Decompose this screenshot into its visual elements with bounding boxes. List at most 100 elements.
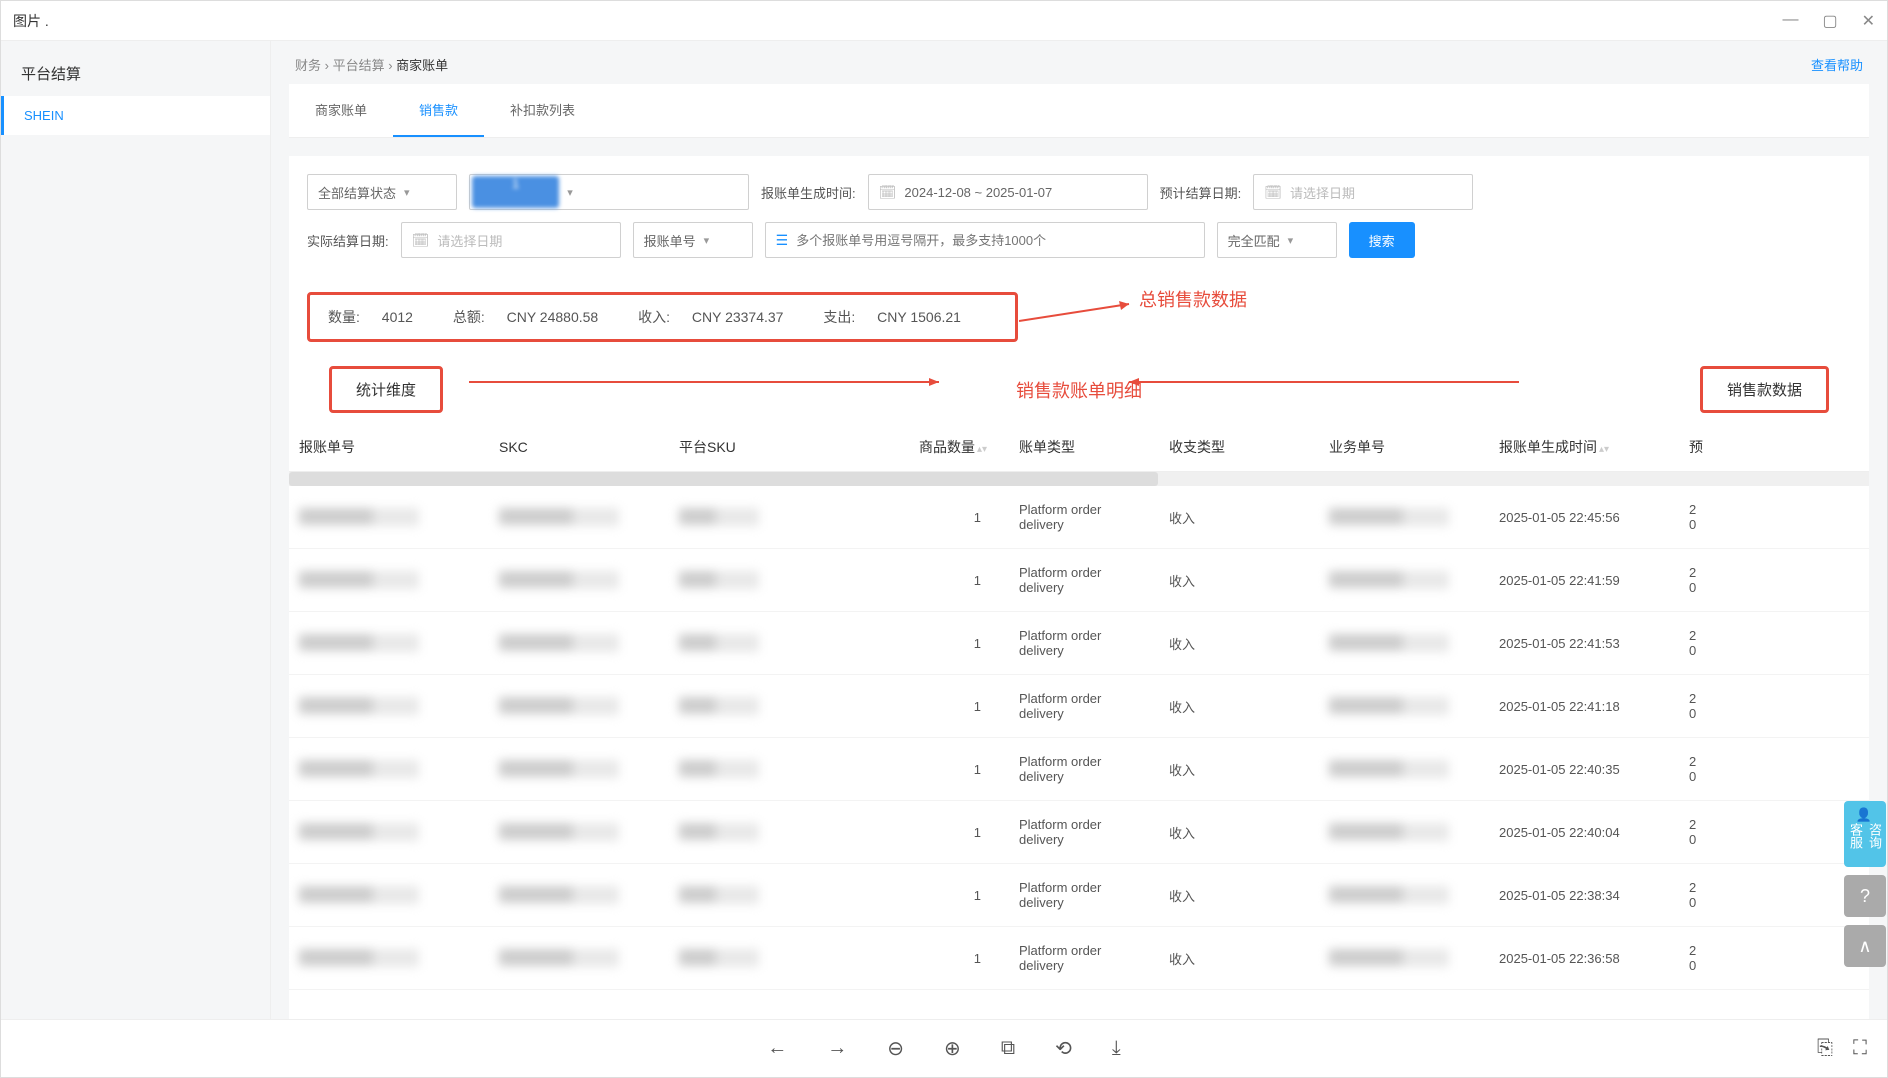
th-sku[interactable]: 平台SKU bbox=[669, 423, 909, 472]
tab-deduction[interactable]: 补扣款列表 bbox=[484, 84, 601, 137]
help-link[interactable]: 查看帮助 bbox=[1811, 55, 1863, 74]
fit-icon[interactable]: ⧉ bbox=[1001, 1037, 1015, 1060]
maximize-icon[interactable]: ▢ bbox=[1822, 11, 1837, 31]
close-icon[interactable]: ✕ bbox=[1862, 11, 1875, 31]
table-row[interactable]: ████████████████████1Platform order deli… bbox=[289, 486, 1869, 549]
table-row[interactable]: ████████████████████1Platform order deli… bbox=[289, 801, 1869, 864]
billno-type-select[interactable]: 报账单号 ▾ bbox=[633, 222, 753, 258]
annotation-center: 销售款账单明细 bbox=[1016, 377, 1142, 403]
th-skc[interactable]: SKC bbox=[489, 423, 669, 472]
th-qty[interactable]: 商品数量▴▾ bbox=[909, 423, 1009, 472]
breadcrumb: 财务 › 平台结算 › 商家账单 bbox=[295, 55, 448, 74]
filter-panel: 全部结算状态 ▾ 1 ▾ 报账单生成时间: 🗓 2024-12-08 ~ 202… bbox=[289, 156, 1869, 276]
billno-input[interactable] bbox=[796, 233, 1193, 248]
sort-icon: ▴▾ bbox=[977, 447, 987, 453]
help-float-button[interactable]: ? bbox=[1844, 875, 1886, 917]
table-row[interactable]: ████████████████████1Platform order deli… bbox=[289, 612, 1869, 675]
horizontal-scrollbar[interactable] bbox=[289, 472, 1158, 486]
th-gentime[interactable]: 报账单生成时间▴▾ bbox=[1489, 423, 1679, 472]
support-button[interactable]: 👤 咨询客服 bbox=[1844, 801, 1886, 867]
cell-sku: ████ bbox=[679, 760, 759, 778]
match-select[interactable]: 完全匹配 ▾ bbox=[1217, 222, 1337, 258]
next-icon[interactable]: → bbox=[827, 1037, 847, 1060]
cell-gentime: 2025-01-05 22:36:58 bbox=[1489, 927, 1679, 990]
status-select[interactable]: 全部结算状态 ▾ bbox=[307, 174, 457, 210]
table-row[interactable]: ████████████████████1Platform order deli… bbox=[289, 738, 1869, 801]
table-row[interactable]: ████████████████████1Platform order deli… bbox=[289, 864, 1869, 927]
th-bizno[interactable]: 业务单号 bbox=[1319, 423, 1489, 472]
breadcrumb-2[interactable]: 平台结算 bbox=[333, 58, 385, 73]
cell-iotype: 收入 bbox=[1159, 738, 1319, 801]
cell-gentime: 2025-01-05 22:38:34 bbox=[1489, 864, 1679, 927]
sidebar-item-shein[interactable]: SHEIN bbox=[1, 96, 270, 135]
th-iotype[interactable]: 收支类型 bbox=[1159, 423, 1319, 472]
annotation-summary: 总销售款数据 bbox=[1139, 286, 1247, 312]
gen-time-picker[interactable]: 🗓 2024-12-08 ~ 2025-01-07 bbox=[868, 174, 1148, 210]
breadcrumb-1[interactable]: 财务 bbox=[295, 58, 321, 73]
cell-bizno: ████████ bbox=[1329, 823, 1449, 841]
tab-sales[interactable]: 销售款 bbox=[393, 84, 484, 137]
gen-time-label: 报账单生成时间: bbox=[761, 183, 856, 202]
cell-bizno: ████████ bbox=[1329, 634, 1449, 652]
cell-extra: 20 bbox=[1679, 675, 1869, 738]
cell-billno: ████████ bbox=[299, 760, 419, 778]
cell-skc: ████████ bbox=[499, 760, 619, 778]
table-row[interactable]: ████████████████████1Platform order deli… bbox=[289, 675, 1869, 738]
cell-billno: ████████ bbox=[299, 634, 419, 652]
scroll-top-button[interactable]: ∧ bbox=[1844, 925, 1886, 967]
cell-billno: ████████ bbox=[299, 823, 419, 841]
cell-billtype: Platform order delivery bbox=[1009, 738, 1159, 801]
cell-qty: 1 bbox=[909, 612, 1009, 675]
cell-gentime: 2025-01-05 22:41:18 bbox=[1489, 675, 1679, 738]
est-date-picker[interactable]: 🗓 请选择日期 bbox=[1253, 174, 1473, 210]
sales-data-box: 销售款数据 bbox=[1700, 366, 1829, 413]
cell-billtype: Platform order delivery bbox=[1009, 801, 1159, 864]
float-actions: 👤 咨询客服 ? ∧ bbox=[1844, 801, 1886, 967]
cell-sku: ████ bbox=[679, 634, 759, 652]
cell-gentime: 2025-01-05 22:45:56 bbox=[1489, 486, 1679, 549]
th-billno[interactable]: 报账单号 bbox=[289, 423, 489, 472]
translate-icon[interactable]: ⎘ bbox=[1817, 1037, 1833, 1060]
cell-gentime: 2025-01-05 22:40:04 bbox=[1489, 801, 1679, 864]
table-row[interactable]: ████████████████████1Platform order deli… bbox=[289, 927, 1869, 990]
cell-skc: ████████ bbox=[499, 886, 619, 904]
cell-extra: 20 bbox=[1679, 486, 1869, 549]
cell-bizno: ████████ bbox=[1329, 949, 1449, 967]
cell-extra: 20 bbox=[1679, 801, 1869, 864]
cell-iotype: 收入 bbox=[1159, 927, 1319, 990]
actual-date-picker[interactable]: 🗓 请选择日期 bbox=[401, 222, 621, 258]
search-button[interactable]: 搜索 bbox=[1349, 222, 1415, 258]
cell-skc: ████████ bbox=[499, 697, 619, 715]
gen-time-value: 2024-12-08 ~ 2025-01-07 bbox=[904, 185, 1052, 200]
cell-sku: ████ bbox=[679, 823, 759, 841]
zoom-in-icon[interactable]: ⊕ bbox=[944, 1036, 961, 1061]
cell-qty: 1 bbox=[909, 486, 1009, 549]
download-icon[interactable]: ⤓ bbox=[1112, 1037, 1121, 1060]
prev-icon[interactable]: ← bbox=[767, 1037, 787, 1060]
cell-billtype: Platform order delivery bbox=[1009, 927, 1159, 990]
cell-qty: 1 bbox=[909, 549, 1009, 612]
chevron-down-icon: ▾ bbox=[567, 186, 573, 199]
cell-billtype: Platform order delivery bbox=[1009, 486, 1159, 549]
cell-bizno: ████████ bbox=[1329, 571, 1449, 589]
cell-sku: ████ bbox=[679, 886, 759, 904]
table-row[interactable]: ████████████████████1Platform order deli… bbox=[289, 549, 1869, 612]
cell-billno: ████████ bbox=[299, 697, 419, 715]
range-select[interactable]: 1 ▾ bbox=[469, 174, 749, 210]
summary-total: CNY 24880.58 bbox=[507, 309, 599, 325]
minimize-icon[interactable]: — bbox=[1782, 11, 1798, 31]
zoom-out-icon[interactable]: ⊖ bbox=[887, 1036, 904, 1061]
cell-qty: 1 bbox=[909, 801, 1009, 864]
cell-extra: 20 bbox=[1679, 927, 1869, 990]
summary-income: CNY 23374.37 bbox=[692, 309, 784, 325]
th-billtype[interactable]: 账单类型 bbox=[1009, 423, 1159, 472]
billno-input-wrap[interactable]: ☰ bbox=[765, 222, 1205, 258]
cell-iotype: 收入 bbox=[1159, 549, 1319, 612]
scan-icon[interactable]: ⛶ bbox=[1853, 1037, 1867, 1060]
rotate-icon[interactable]: ⟲ bbox=[1055, 1036, 1072, 1061]
th-extra[interactable]: 预 bbox=[1679, 423, 1869, 472]
cell-billno: ████████ bbox=[299, 508, 419, 526]
calendar-icon: 🗓 bbox=[1264, 184, 1282, 201]
cell-bizno: ████████ bbox=[1329, 760, 1449, 778]
tab-merchant-bill[interactable]: 商家账单 bbox=[289, 84, 393, 137]
